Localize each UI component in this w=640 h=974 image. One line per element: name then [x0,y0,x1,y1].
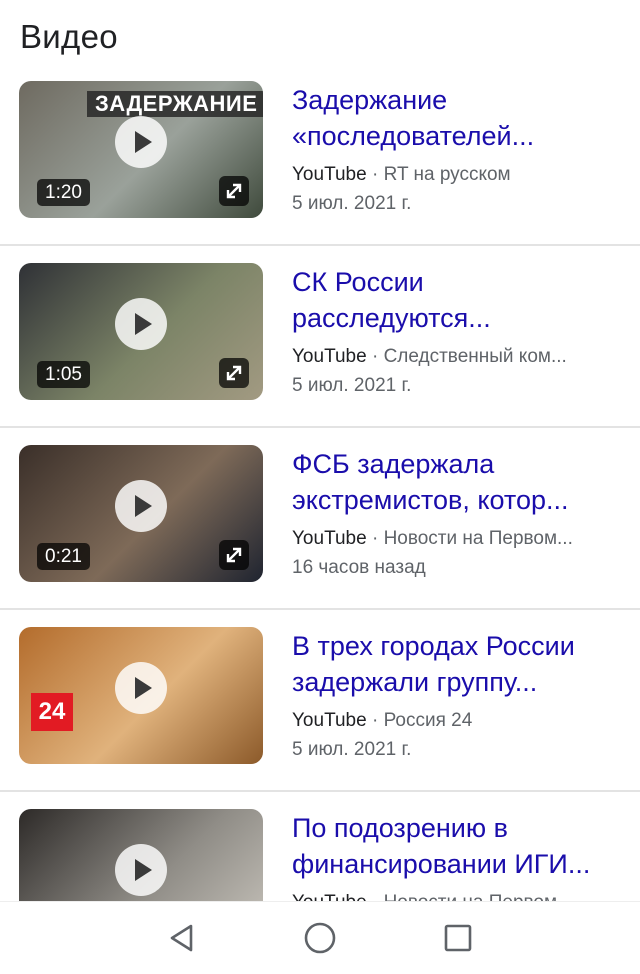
video-item[interactable]: 24 В трех городах России задержали групп… [0,610,640,792]
channel-logo-badge: 24 [31,693,73,731]
video-title[interactable]: По подозрению в финансировании ИГИ... [292,810,612,882]
video-date: 5 июл. 2021 г. [292,739,412,760]
play-icon[interactable] [115,116,167,168]
video-item[interactable]: 1:05 СК России расследуются... YouTube ·… [0,246,640,428]
video-title[interactable]: ФСБ задержала экстремистов, котор... [292,446,612,518]
recents-icon [444,924,472,952]
back-icon [170,924,193,952]
video-title[interactable]: СК России расследуются... [292,264,612,336]
video-title[interactable]: В трех городах России задержали группу..… [292,628,612,700]
video-item[interactable]: ЗАДЕРЖАНИЕ 1:20 Задержание «последовател… [0,64,640,246]
video-meta: YouTube · Новости на Первом... [292,526,612,552]
meta-separator: · [366,164,384,185]
video-channel: Россия 24 [383,710,473,731]
video-thumbnail[interactable]: 24 [19,627,263,764]
video-source: YouTube [292,528,367,549]
video-source: YouTube [292,164,367,185]
expand-icon[interactable] [219,540,249,570]
home-icon [304,922,336,954]
home-button[interactable] [251,902,389,974]
duration-badge: 1:05 [37,361,90,388]
video-item[interactable]: 0:21 ФСБ задержала экстремистов, котор..… [0,428,640,610]
video-date: 16 часов назад [292,557,426,578]
system-navigation-bar [0,901,640,974]
video-date: 5 июл. 2021 г. [292,375,412,396]
video-channel: Следственный ком... [383,346,567,367]
expand-icon[interactable] [219,358,249,388]
recents-button[interactable] [389,902,527,974]
play-icon[interactable] [115,662,167,714]
meta-separator: · [366,710,384,731]
expand-icon[interactable] [219,176,249,206]
video-thumbnail[interactable]: ЗАДЕРЖАНИЕ 1:20 [19,81,263,218]
play-icon[interactable] [115,480,167,532]
video-title[interactable]: Задержание «последователей... [292,82,612,154]
video-thumbnail[interactable]: 0:21 [19,445,263,582]
play-icon[interactable] [115,298,167,350]
thumbnail-banner: ЗАДЕРЖАНИЕ [87,91,263,117]
video-date: 5 июл. 2021 г. [292,193,412,214]
duration-badge: 0:21 [37,543,90,570]
video-meta: YouTube · RT на русском [292,162,612,188]
meta-separator: · [366,528,384,549]
video-channel: Новости на Первом... [383,528,573,549]
video-thumbnail[interactable]: 1:05 [19,263,263,400]
video-source: YouTube [292,710,367,731]
video-source: YouTube [292,346,367,367]
play-icon[interactable] [115,844,167,896]
video-meta: YouTube · Россия 24 [292,708,612,734]
video-meta: YouTube · Следственный ком... [292,344,612,370]
meta-separator: · [366,346,384,367]
video-channel: RT на русском [383,164,511,185]
back-button[interactable] [113,902,251,974]
duration-badge: 1:20 [37,179,90,206]
section-title: Видео [20,18,118,55]
video-list: ЗАДЕРЖАНИЕ 1:20 Задержание «последовател… [0,64,640,974]
